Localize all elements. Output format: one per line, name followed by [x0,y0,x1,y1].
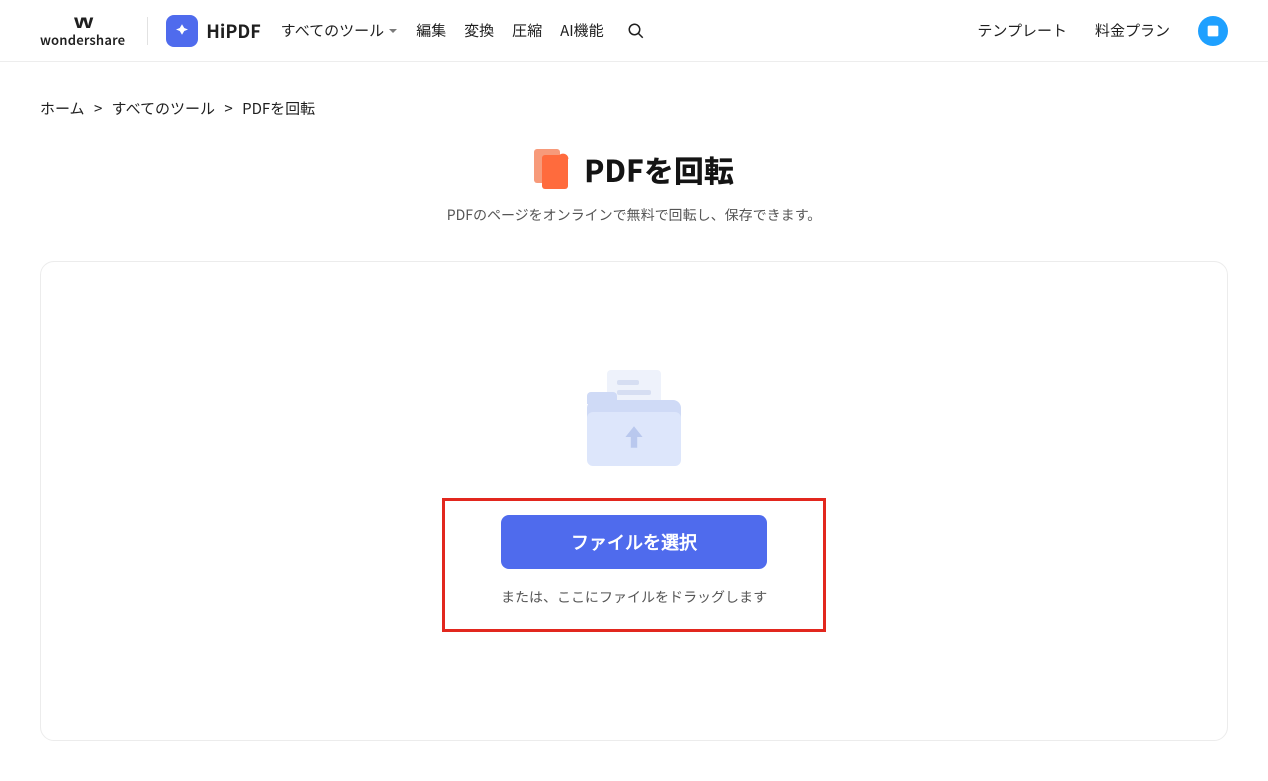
nav-templates[interactable]: テンプレート [977,20,1067,41]
nav-compress[interactable]: 圧縮 [512,20,542,41]
app-launcher-button[interactable] [1198,16,1228,46]
select-file-button[interactable]: ファイルを選択 [501,515,767,569]
wondershare-logo[interactable]: vv wondershare [40,12,125,49]
hipdf-icon [166,15,198,47]
page-subtitle: PDFのページをオンラインで無料で回転し、保存できます。 [40,205,1228,225]
wondershare-label: wondershare [40,30,125,49]
upload-folder-icon [579,370,689,470]
wondershare-mark-icon: vv [74,12,92,30]
page-title: PDFを回転 [584,147,734,191]
header-separator [147,17,148,45]
breadcrumb-sep: > [94,98,102,119]
search-button[interactable] [626,21,646,41]
breadcrumb-current: PDFを回転 [242,98,315,119]
breadcrumb: ホーム > すべてのツール > PDFを回転 [40,98,1228,119]
chevron-down-icon [388,26,398,36]
header-bar: vv wondershare HiPDF すべてのツール 編集 変換 圧縮 AI… [0,0,1268,62]
main-nav: すべてのツール 編集 変換 圧縮 AI機能 [281,20,646,41]
app-launcher-icon [1205,23,1221,39]
page-title-row: PDFを回転 [40,147,1228,191]
nav-ai[interactable]: AI機能 [560,20,604,41]
nav-convert[interactable]: 変換 [464,20,494,41]
nav-compress-label: 圧縮 [512,20,542,41]
search-icon [627,22,645,40]
nav-pricing-label: 料金プラン [1095,20,1170,41]
upload-highlight-box: ファイルを選択 または、ここにファイルをドラッグします [442,498,826,632]
upload-card: ファイルを選択 または、ここにファイルをドラッグします [40,261,1228,741]
nav-all-tools-label: すべてのツール [281,20,384,41]
hipdf-label: HiPDF [206,18,261,44]
page-body: ホーム > すべてのツール > PDFを回転 PDFを回転 PDFのページをオン… [0,62,1268,781]
nav-edit-label: 編集 [416,20,446,41]
nav-all-tools[interactable]: すべてのツール [281,20,398,41]
breadcrumb-all-tools[interactable]: すべてのツール [112,98,215,119]
drag-drop-hint: または、ここにファイルをドラッグします [501,587,767,607]
breadcrumb-sep: > [224,98,232,119]
hipdf-logo[interactable]: HiPDF [166,15,261,47]
nav-pricing[interactable]: 料金プラン [1095,20,1170,41]
rotate-pdf-icon [534,149,568,189]
nav-convert-label: 変換 [464,20,494,41]
nav-templates-label: テンプレート [977,20,1067,41]
breadcrumb-home[interactable]: ホーム [40,98,85,119]
header-right: テンプレート 料金プラン [977,16,1228,46]
nav-edit[interactable]: 編集 [416,20,446,41]
nav-ai-label: AI機能 [560,20,604,41]
